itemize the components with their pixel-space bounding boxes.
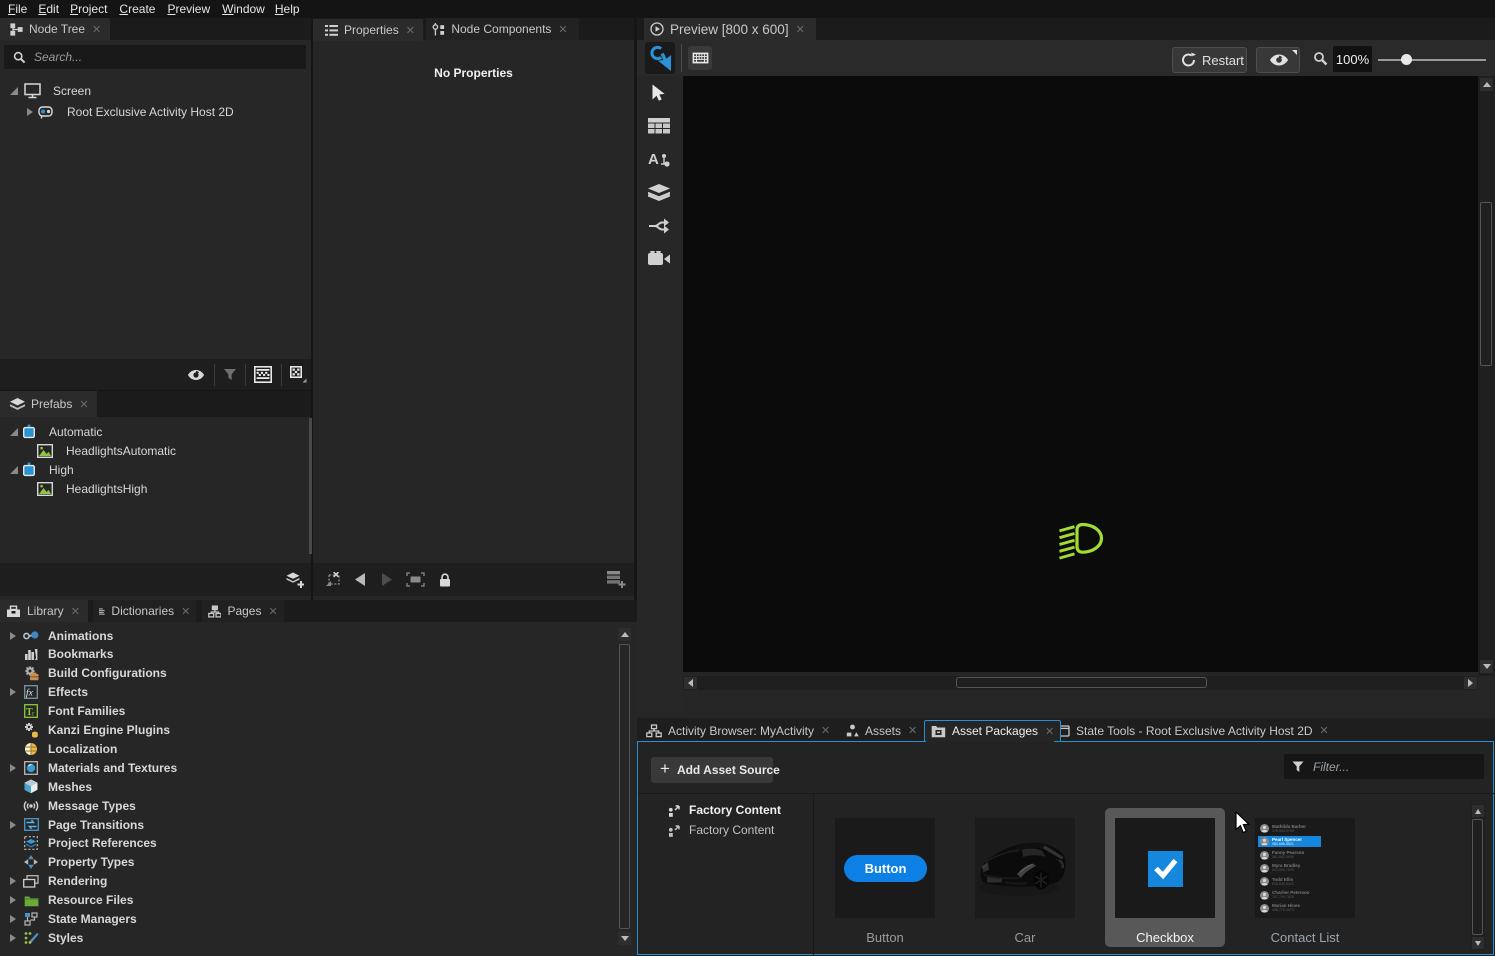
svg-text:r: r <box>32 710 35 718</box>
svg-text:fx: fx <box>26 688 34 699</box>
svg-text:A: A <box>648 151 659 168</box>
